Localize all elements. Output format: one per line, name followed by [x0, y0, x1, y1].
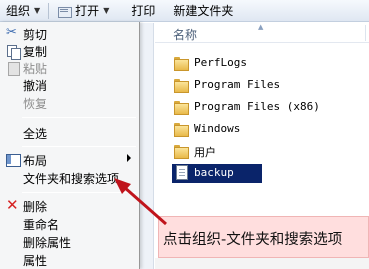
menu-item-folder-options[interactable]: 文件夹和搜索选项 — [0, 169, 139, 186]
menu-item-label: 属性 — [23, 254, 48, 268]
navigation-pane — [140, 23, 154, 269]
organize-label: 组织 — [6, 4, 31, 18]
new-folder-label: 新建文件夹 — [173, 4, 234, 18]
menu-item-label: 剪切 — [23, 28, 48, 42]
file-name: backup — [194, 166, 234, 179]
layout-icon — [6, 153, 21, 167]
command-toolbar: 组织 ▼ 打开 ▼ 打印 新建文件夹 — [0, 0, 369, 22]
chevron-down-icon: ▼ — [103, 6, 110, 15]
menu-item-label: 全选 — [23, 127, 48, 141]
print-button[interactable]: 打印 — [125, 0, 161, 22]
menu-item-label: 恢复 — [23, 97, 48, 111]
menu-separator — [22, 117, 136, 118]
column-header-name[interactable]: ▲ 名称 — [155, 23, 369, 43]
organize-button[interactable]: 组织 ▼ — [0, 0, 46, 22]
delete-icon — [6, 196, 20, 214]
window-icon — [57, 5, 73, 18]
folder-icon — [174, 101, 189, 115]
submenu-arrow-icon — [127, 154, 131, 162]
menu-item-cut[interactable]: 剪切 — [0, 25, 139, 42]
paste-icon — [6, 61, 20, 76]
menu-item-label: 复制 — [23, 45, 48, 59]
file-name: PerfLogs — [194, 56, 247, 69]
menu-item-label: 粘贴 — [23, 62, 48, 76]
file-name: 用户 — [194, 146, 216, 159]
annotation-text: 点击组织-文件夹和搜索选项 — [163, 232, 343, 248]
list-item[interactable]: Windows — [170, 119, 369, 139]
folder-icon — [174, 57, 189, 71]
menu-item-undo[interactable]: 撤消 — [0, 76, 139, 93]
status-area — [155, 258, 369, 269]
folder-icon — [174, 145, 189, 159]
list-item[interactable]: Program Files — [170, 75, 369, 95]
menu-item-label: 撤消 — [23, 79, 48, 93]
menu-item-label: 删除属性 — [23, 236, 72, 250]
sort-caret-icon: ▲ — [258, 23, 264, 31]
chevron-down-icon: ▼ — [34, 6, 41, 15]
toolbar-divider — [48, 2, 50, 19]
menu-item-label: 文件夹和搜索选项 — [23, 172, 120, 186]
column-name-label: 名称 — [173, 28, 198, 42]
file-name: Program Files — [194, 78, 281, 91]
folder-icon — [174, 123, 189, 137]
file-name: Windows — [194, 122, 241, 135]
print-label: 打印 — [131, 4, 156, 18]
folder-icon — [174, 79, 189, 93]
organize-menu: 剪切 复制 粘贴 撤消 恢复 全选 布局 文件夹和搜索选项 删除 重命名 删除属… — [0, 22, 140, 269]
menu-item-copy[interactable]: 复制 — [0, 42, 139, 60]
document-icon — [176, 165, 188, 180]
menu-item-label: 重命名 — [23, 218, 60, 232]
new-folder-button[interactable]: 新建文件夹 — [167, 0, 239, 22]
column-divider[interactable] — [365, 25, 366, 41]
file-name: Program Files (x86) — [194, 100, 320, 113]
menu-item-rename[interactable]: 重命名 — [0, 215, 139, 232]
scissors-icon — [6, 25, 20, 41]
menu-separator — [22, 192, 136, 193]
open-button[interactable]: 打开 ▼ — [51, 0, 115, 22]
menu-item-remove-properties[interactable]: 删除属性 — [0, 233, 139, 250]
menu-item-select-all[interactable]: 全选 — [0, 124, 139, 141]
menu-item-paste[interactable]: 粘贴 — [0, 59, 139, 76]
menu-item-properties[interactable]: 属性 — [0, 251, 139, 268]
menu-item-delete[interactable]: 删除 — [0, 196, 139, 214]
copy-icon — [6, 44, 21, 60]
annotation-callout: 点击组织-文件夹和搜索选项 — [158, 216, 369, 258]
list-item-selected[interactable]: backup — [170, 163, 369, 183]
menu-item-label: 删除 — [23, 200, 48, 214]
menu-separator — [22, 146, 136, 147]
list-item[interactable]: PerfLogs — [170, 53, 369, 73]
open-label: 打开 — [75, 4, 100, 18]
menu-item-layout[interactable]: 布局 — [0, 151, 139, 168]
list-item[interactable]: Program Files (x86) — [170, 97, 369, 117]
menu-item-redo[interactable]: 恢复 — [0, 94, 139, 111]
menu-item-label: 布局 — [23, 154, 48, 168]
list-item[interactable]: 用户 — [170, 141, 369, 161]
